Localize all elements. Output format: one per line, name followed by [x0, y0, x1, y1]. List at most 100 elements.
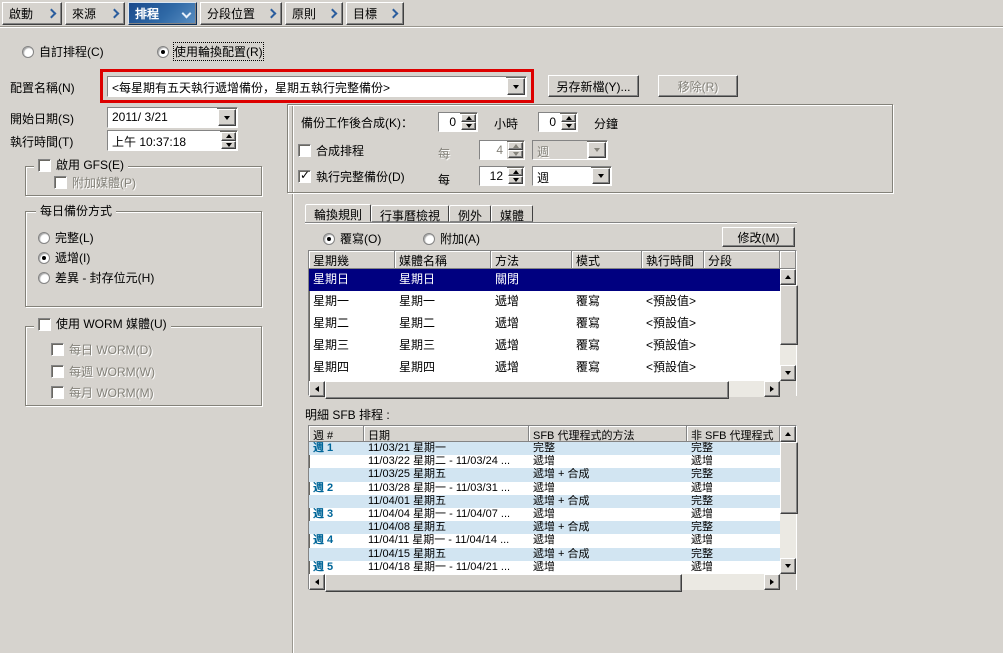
- radio-overwrite[interactable]: 覆寫(O): [323, 230, 381, 247]
- rotation-row[interactable]: 星期日星期日關閉: [309, 269, 796, 291]
- enable-gfs-checkbox[interactable]: 啟用 GFS(E): [34, 158, 128, 172]
- rotation-column-header[interactable]: 模式: [572, 251, 642, 269]
- config-name-value[interactable]: <每星期有五天執行遞增備份，星期五執行完整備份>: [108, 77, 506, 96]
- spin-down-icon[interactable]: [508, 176, 523, 184]
- sfb-row[interactable]: 11/04/08 星期五遞增 + 合成完整: [309, 521, 796, 534]
- rotation-hscrollbar[interactable]: [309, 381, 780, 397]
- rotation-column-header[interactable]: 星期幾: [309, 251, 395, 269]
- hours-spinner[interactable]: 0: [438, 112, 478, 132]
- sfb-row[interactable]: 11/04/15 星期五遞增 + 合成完整: [309, 548, 796, 561]
- sfb-column-header[interactable]: 非 SFB 代理程式: [687, 426, 780, 442]
- rotation-row[interactable]: 星期一星期一遞增覆寫<預設值>: [309, 291, 796, 313]
- radio-append[interactable]: 附加(A): [423, 230, 480, 247]
- wizard-tab-6[interactable]: 目標: [346, 2, 404, 25]
- sfb-row[interactable]: 週 211/03/28 星期一 - 11/03/31 ...遞增遞增: [309, 482, 796, 495]
- rotation-row[interactable]: 星期三星期三遞增覆寫<預設值>: [309, 335, 796, 357]
- sfb-row[interactable]: 11/03/22 星期二 - 11/03/24 ...遞增遞增: [309, 455, 796, 468]
- sfb-row[interactable]: 週 311/04/04 星期一 - 11/04/07 ...遞增遞增: [309, 508, 796, 521]
- sfb-row[interactable]: 11/03/25 星期五遞增 + 合成完整: [309, 468, 796, 481]
- spinner-buttons[interactable]: [561, 114, 576, 130]
- rotation-cell: 覆寫: [572, 313, 642, 335]
- detail-tab-4[interactable]: 媒體: [491, 205, 533, 222]
- dropdown-arrow-icon[interactable]: [507, 78, 525, 95]
- vscroll-thumb[interactable]: [780, 442, 798, 514]
- sfb-column-header[interactable]: SFB 代理程式的方法: [529, 426, 687, 442]
- scroll-down-icon[interactable]: [780, 365, 796, 381]
- spin-up-icon[interactable]: [221, 132, 236, 141]
- rotation-cell: [642, 269, 704, 291]
- hours-value[interactable]: 0: [439, 113, 460, 131]
- sfb-row[interactable]: 週 411/04/11 星期一 - 11/04/14 ...遞增遞增: [309, 534, 796, 547]
- config-name-combobox[interactable]: <每星期有五天執行遞增備份，星期五執行完整備份>: [107, 76, 527, 97]
- sfb-row[interactable]: 11/04/01 星期五遞增 + 合成完整: [309, 495, 796, 508]
- spin-down-icon[interactable]: [561, 122, 576, 130]
- rotation-row[interactable]: 星期四星期四遞增覆寫<預設值>: [309, 357, 796, 379]
- minutes-spinner[interactable]: 0: [538, 112, 578, 132]
- save-as-button[interactable]: 另存新檔(Y)...: [548, 75, 639, 97]
- sfb-vscrollbar[interactable]: [780, 426, 796, 574]
- sfb-column-header[interactable]: 週 #: [309, 426, 364, 442]
- full-interval-value[interactable]: 12: [480, 167, 507, 185]
- run-full-backup-checkbox[interactable]: 執行完整備份(D): [298, 168, 405, 185]
- full-unit-dropdown[interactable]: 週: [532, 166, 612, 186]
- dropdown-arrow-icon[interactable]: [592, 168, 610, 184]
- scrollbar-corner: [780, 381, 796, 397]
- start-date-value[interactable]: 2011/ 3/21: [108, 108, 217, 127]
- rotation-vscrollbar[interactable]: [780, 269, 796, 381]
- sfb-cell: 遞增: [687, 561, 780, 574]
- start-date-picker[interactable]: 2011/ 3/21: [107, 107, 238, 128]
- full-interval-spinner[interactable]: 12: [479, 166, 525, 186]
- minutes-value[interactable]: 0: [539, 113, 560, 131]
- sfb-column-header[interactable]: 日期: [364, 426, 529, 442]
- wizard-tab-label: 排程: [135, 5, 159, 22]
- rotation-cell: 遞增: [491, 291, 572, 313]
- wizard-tab-5[interactable]: 原則: [285, 2, 343, 25]
- spin-up-icon[interactable]: [508, 168, 523, 176]
- rotation-column-header[interactable]: 媒體名稱: [395, 251, 491, 269]
- radio-incremental-backup[interactable]: 遞增(I): [38, 249, 90, 266]
- radio-custom-schedule[interactable]: 自訂排程(C): [22, 43, 104, 60]
- wizard-tab-1[interactable]: 啟動: [2, 2, 62, 25]
- full-unit-value[interactable]: 週: [533, 167, 591, 185]
- use-worm-checkbox[interactable]: 使用 WORM 媒體(U): [34, 317, 171, 331]
- wizard-tab-4[interactable]: 分段位置: [200, 2, 282, 25]
- spin-down-icon[interactable]: [221, 141, 236, 150]
- dropdown-arrow-icon[interactable]: [218, 109, 236, 126]
- spin-down-icon[interactable]: [461, 122, 476, 130]
- rotation-row[interactable]: 星期二星期二遞增覆寫<預設值>: [309, 313, 796, 335]
- scroll-right-icon[interactable]: [764, 381, 780, 397]
- radio-differential-backup[interactable]: 差異 - 封存位元(H): [38, 269, 154, 286]
- scroll-down-icon[interactable]: [780, 558, 796, 574]
- sfb-row[interactable]: 週 511/04/18 星期一 - 11/04/21 ...遞增遞增: [309, 561, 796, 574]
- spin-up-icon[interactable]: [561, 114, 576, 122]
- scroll-right-icon[interactable]: [764, 574, 780, 590]
- scroll-left-icon[interactable]: [309, 574, 325, 590]
- detail-tab-1[interactable]: 輪換規則: [305, 204, 371, 222]
- spinner-buttons[interactable]: [508, 168, 523, 184]
- run-time-value[interactable]: 上午 10:37:18: [108, 131, 220, 150]
- rotation-column-header[interactable]: 方法: [491, 251, 572, 269]
- sfb-cell: 遞增: [687, 534, 780, 547]
- run-time-spinner[interactable]: 上午 10:37:18: [107, 130, 238, 151]
- radio-full-backup[interactable]: 完整(L): [38, 229, 94, 246]
- detail-tab-3[interactable]: 例外: [449, 205, 491, 222]
- rotation-column-header[interactable]: 執行時間: [642, 251, 704, 269]
- scroll-left-icon[interactable]: [309, 381, 325, 397]
- detail-tab-2[interactable]: 行事曆檢視: [371, 205, 449, 222]
- hscroll-thumb[interactable]: [325, 381, 729, 399]
- sfb-hscrollbar[interactable]: [309, 574, 780, 590]
- sfb-row[interactable]: 週 111/03/21 星期一完整完整: [309, 442, 796, 455]
- vscroll-thumb[interactable]: [780, 285, 798, 345]
- rotation-column-header[interactable]: 分段: [704, 251, 780, 269]
- spin-up-icon[interactable]: [461, 114, 476, 122]
- radio-rotation-scheme[interactable]: 使用輪換配置(R): [157, 43, 263, 60]
- spinner-buttons[interactable]: [461, 114, 476, 130]
- spinner-buttons[interactable]: [221, 132, 236, 149]
- scroll-up-icon[interactable]: [780, 426, 796, 442]
- hscroll-thumb[interactable]: [325, 574, 682, 592]
- wizard-tab-3[interactable]: 排程: [128, 2, 197, 25]
- modify-button[interactable]: 修改(M): [722, 227, 795, 247]
- synthesis-schedule-checkbox[interactable]: 合成排程: [298, 142, 364, 159]
- scroll-up-icon[interactable]: [780, 269, 796, 285]
- wizard-tab-2[interactable]: 來源: [65, 2, 125, 25]
